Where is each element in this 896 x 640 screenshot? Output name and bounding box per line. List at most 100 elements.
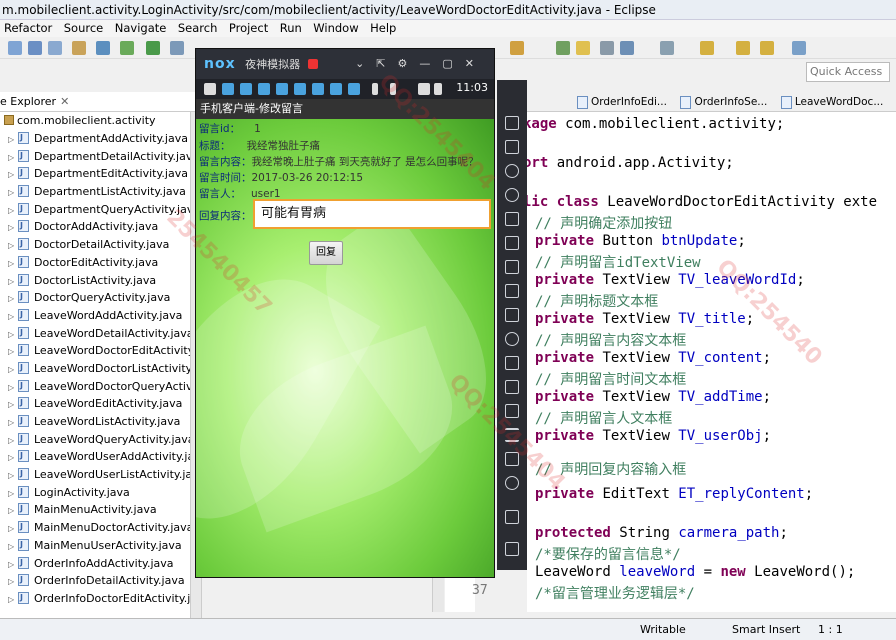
back-arrow-icon[interactable] <box>505 476 519 490</box>
expand-arrow-icon[interactable]: ▷ <box>8 361 18 379</box>
expand-arrow-icon[interactable]: ▷ <box>8 149 18 167</box>
expand-arrow-icon[interactable]: ▷ <box>8 449 18 467</box>
reply-content-input[interactable]: 可能有胃病 <box>253 199 491 229</box>
expand-arrow-icon[interactable]: ▷ <box>8 202 18 220</box>
tree-row-file[interactable]: ▷ OrderInfoDoctorEditActivity.java <box>0 589 201 609</box>
debug-icon[interactable] <box>96 41 110 55</box>
expand-arrow-icon[interactable]: ▷ <box>8 326 18 344</box>
expand-arrow-icon[interactable]: ▷ <box>8 591 18 609</box>
install-icon[interactable] <box>505 308 519 322</box>
menu-navigate[interactable]: Navigate <box>111 20 171 37</box>
menu-source[interactable]: Source <box>60 20 108 37</box>
scissors-icon[interactable] <box>505 164 519 178</box>
menu-run[interactable]: Run <box>276 20 306 37</box>
tree-row-file[interactable]: ▷ OrderInfoAddActivity.java <box>0 554 201 574</box>
volume-down-icon[interactable] <box>505 284 519 298</box>
tree-row-file[interactable]: ▷ DepartmentDetailActivity.java <box>0 147 201 167</box>
expand-arrow-icon[interactable]: ▷ <box>8 538 18 556</box>
expand-arrow-icon[interactable]: ▷ <box>8 414 18 432</box>
gamepad-icon[interactable] <box>505 452 519 466</box>
expand-arrow-icon[interactable]: ▷ <box>8 520 18 538</box>
home-icon[interactable] <box>505 510 519 524</box>
menu-icon[interactable] <box>505 428 519 442</box>
tab-leaveword-doctor[interactable]: LeaveWordDoc... <box>777 92 890 111</box>
package-node[interactable]: com.mobileclient.activity <box>0 112 201 130</box>
run-icon[interactable] <box>120 41 134 55</box>
code-editor[interactable]: kage com.mobileclient.activity; ort andro… <box>527 112 896 612</box>
tree-row-file[interactable]: ▷ DoctorEditActivity.java <box>0 253 201 273</box>
tree-row-file[interactable]: ▷ DepartmentQueryActivity.java <box>0 200 201 220</box>
keyboard-icon[interactable] <box>505 140 519 154</box>
save-icon[interactable] <box>28 41 42 55</box>
expand-arrow-icon[interactable]: ▷ <box>8 237 18 255</box>
location-icon[interactable] <box>505 188 519 202</box>
tree-row-file[interactable]: ▷ DoctorQueryActivity.java <box>0 288 201 308</box>
back-icon[interactable] <box>736 41 750 55</box>
expand-arrow-icon[interactable]: ▷ <box>8 131 18 149</box>
window-controls[interactable]: ⌄⇱⚙—▢✕ <box>355 49 486 79</box>
tab-orderinfo-search[interactable]: OrderInfoSe... <box>676 92 773 111</box>
highlight-icon[interactable] <box>576 41 590 55</box>
tree-row-file[interactable]: ▷ LeaveWordUserAddActivity.java <box>0 447 201 467</box>
expand-arrow-icon[interactable]: ▷ <box>8 379 18 397</box>
expand-arrow-icon[interactable]: ▷ <box>8 556 18 574</box>
tree-row-file[interactable]: ▷ LeaveWordEditActivity.java <box>0 394 201 414</box>
screen-icon[interactable] <box>505 212 519 226</box>
expand-arrow-icon[interactable]: ▷ <box>8 467 18 485</box>
package-explorer-tab[interactable]: e Explorer ✕ <box>0 92 201 112</box>
save-all-icon[interactable] <box>48 41 62 55</box>
print-icon[interactable] <box>72 41 86 55</box>
phone-icon[interactable] <box>505 116 519 130</box>
expand-arrow-icon[interactable]: ▷ <box>8 573 18 591</box>
expand-arrow-icon[interactable]: ▷ <box>8 219 18 237</box>
tree-row-file[interactable]: ▷ LeaveWordListActivity.java <box>0 412 201 432</box>
menu-help[interactable]: Help <box>366 20 400 37</box>
tree-row-file[interactable]: ▷ DoctorAddActivity.java <box>0 217 201 237</box>
reply-button[interactable]: 回复 <box>309 241 343 265</box>
tree-row-file[interactable]: ▷ DoctorListActivity.java <box>0 271 201 291</box>
expand-arrow-icon[interactable]: ▷ <box>8 290 18 308</box>
task-icon[interactable] <box>510 41 524 55</box>
tree-row-file[interactable]: ▷ DoctorDetailActivity.java <box>0 235 201 255</box>
tree-row-file[interactable]: ▷ LeaveWordDoctorQueryActivity.java <box>0 377 201 397</box>
tree-row-file[interactable]: ▷ DepartmentListActivity.java <box>0 182 201 202</box>
menu-project[interactable]: Project <box>225 20 272 37</box>
volume-up-icon[interactable] <box>505 260 519 274</box>
tree-row-file[interactable]: ▷ DepartmentEditActivity.java <box>0 164 201 184</box>
fullscreen-icon[interactable] <box>505 236 519 250</box>
external-tools-icon[interactable] <box>170 41 184 55</box>
tree-row-file[interactable]: ▷ LeaveWordDetailActivity.java <box>0 324 201 344</box>
tree-row-file[interactable]: ▷ LeaveWordDoctorListActivity.java <box>0 359 201 379</box>
expand-arrow-icon[interactable]: ▷ <box>8 432 18 450</box>
expand-arrow-icon[interactable]: ▷ <box>8 343 18 361</box>
expand-arrow-icon[interactable]: ▷ <box>8 255 18 273</box>
tab-orderinfo-edit[interactable]: OrderInfoEdi... <box>573 92 673 111</box>
expand-arrow-icon[interactable]: ▷ <box>8 184 18 202</box>
block-icon[interactable] <box>620 41 634 55</box>
tree-row-file[interactable]: ▷ LoginActivity.java <box>0 483 201 503</box>
tree-row-file[interactable]: ▷ MainMenuActivity.java <box>0 500 201 520</box>
expand-arrow-icon[interactable]: ▷ <box>8 166 18 184</box>
tree-row-file[interactable]: ▷ OrderInfoDetailActivity.java <box>0 571 201 591</box>
tree-row-file[interactable]: ▷ LeaveWordUserListActivity.java <box>0 465 201 485</box>
toggle-icon[interactable] <box>600 41 614 55</box>
expand-arrow-icon[interactable]: ▷ <box>8 273 18 291</box>
next-annotation-icon[interactable] <box>700 41 714 55</box>
annotation-icon[interactable] <box>660 41 674 55</box>
expand-arrow-icon[interactable]: ▷ <box>8 396 18 414</box>
forward-icon[interactable] <box>760 41 774 55</box>
tree-row-file[interactable]: ▷ LeaveWordDoctorEditActivity.java <box>0 341 201 361</box>
tree-row-file[interactable]: ▷ LeaveWordQueryActivity.java <box>0 430 201 450</box>
expand-arrow-icon[interactable]: ▷ <box>8 485 18 503</box>
tree-row-file[interactable]: ▷ DepartmentAddActivity.java <box>0 129 201 149</box>
expand-arrow-icon[interactable]: ▷ <box>8 502 18 520</box>
recent-apps-icon[interactable] <box>505 542 519 556</box>
menu-window[interactable]: Window <box>309 20 362 37</box>
multi-instance-icon[interactable] <box>505 380 519 394</box>
menu-refactor[interactable]: Refactor <box>0 20 56 37</box>
pin-icon[interactable] <box>792 41 806 55</box>
search-icon[interactable] <box>556 41 570 55</box>
quick-access-input[interactable]: Quick Access <box>806 62 890 82</box>
record-icon[interactable] <box>505 356 519 370</box>
tree-row-file[interactable]: ▷ MainMenuDoctorActivity.java <box>0 518 201 538</box>
